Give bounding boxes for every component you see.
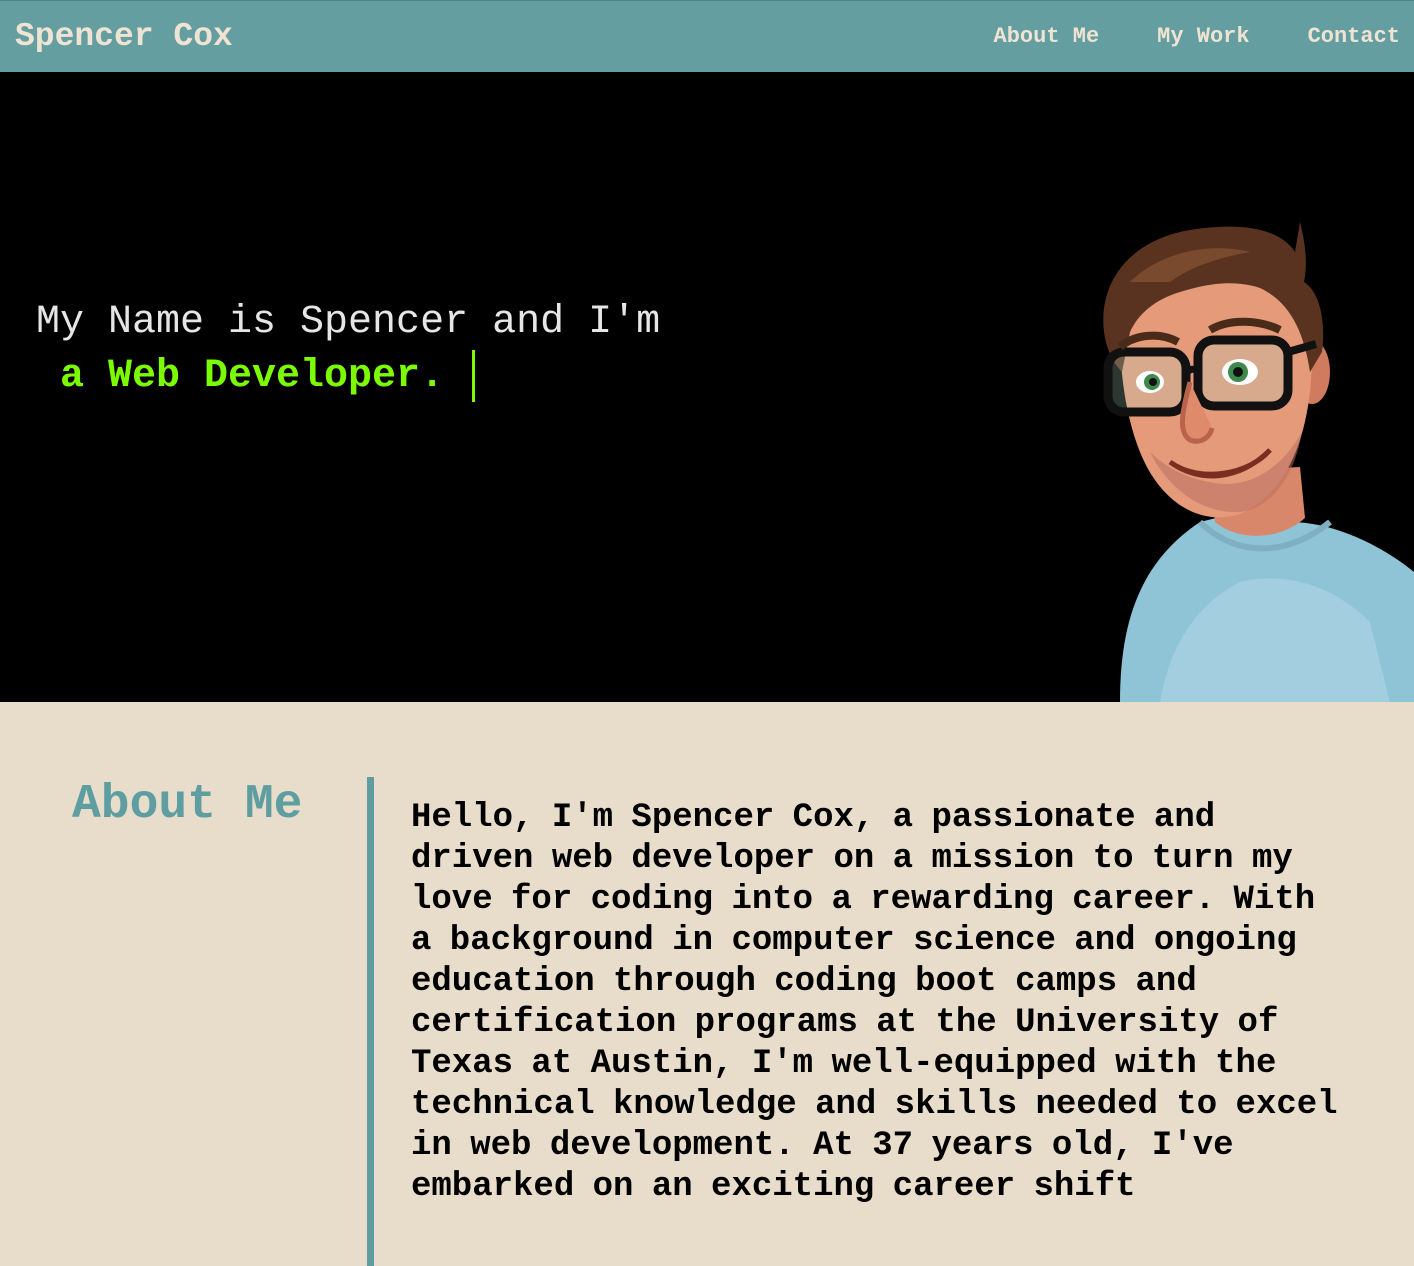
nav-link-contact[interactable]: Contact [1308,24,1400,49]
cartoon-avatar-icon [1103,222,1414,702]
hero-section: My Name is Spencer and I'm a Web Develop… [0,72,1414,702]
hero-role-line: a Web Developer. [36,350,476,402]
brand-name[interactable]: Spencer Cox [15,18,233,55]
nav-link-my-work[interactable]: My Work [1157,24,1249,49]
hero-intro-text: My Name is Spencer and I'm [36,300,661,345]
nav-link-about-me[interactable]: About Me [994,24,1100,49]
hero-role-text: a Web Developer. [36,353,469,399]
nav-links: About Me My Work Contact [936,1,1400,72]
top-navbar: Spencer Cox About Me My Work Contact [0,0,1414,72]
about-divider [367,777,374,1266]
about-section: About Me Hello, I'm Spencer Cox, a passi… [0,702,1414,1266]
typing-caret [472,350,476,402]
about-body-text: Hello, I'm Spencer Cox, a passionate and… [411,799,1338,1206]
about-heading: About Me [72,778,303,832]
